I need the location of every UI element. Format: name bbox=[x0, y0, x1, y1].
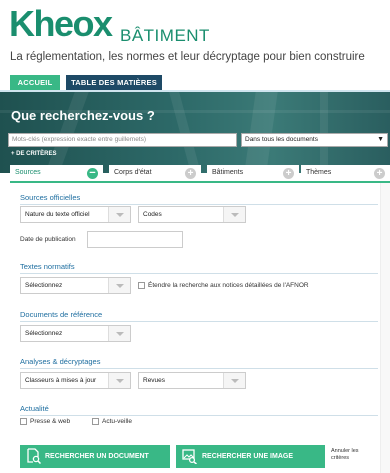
revues-select[interactable]: Revues bbox=[138, 372, 246, 389]
nature-texte-select[interactable]: Nature du texte officiel bbox=[20, 206, 131, 223]
presse-web-label: Presse & web bbox=[30, 418, 71, 425]
presse-web-checkbox[interactable] bbox=[20, 418, 27, 425]
filter-tab-corps-etat[interactable]: Corps d'état + bbox=[109, 165, 201, 181]
tab-table-des-matieres[interactable]: TABLE DES MATIÈRES bbox=[66, 75, 162, 90]
section-title-analyses: Analyses & décryptages bbox=[20, 357, 101, 366]
section-title-sources-officielles: Sources officielles bbox=[20, 193, 81, 202]
keyword-search-input[interactable]: Mots-clés (expression exacte entre guill… bbox=[8, 133, 237, 147]
chevron-down-icon bbox=[108, 373, 130, 388]
filter-tab-label: Thèmes bbox=[306, 169, 332, 176]
cancel-criteria-link[interactable]: Annuler les critères bbox=[331, 448, 371, 462]
date-publication-input[interactable] bbox=[87, 231, 183, 248]
more-criteria-link[interactable]: + DE CRITÈRES bbox=[11, 151, 57, 157]
section-divider bbox=[20, 415, 378, 416]
actu-veille-checkbox[interactable] bbox=[92, 418, 99, 425]
filter-tab-label: Sources bbox=[15, 169, 41, 176]
section-divider bbox=[20, 273, 378, 274]
search-scope-value: Dans tous les documents bbox=[245, 136, 318, 143]
plus-icon: + bbox=[185, 168, 196, 179]
afnor-checkbox[interactable] bbox=[138, 282, 145, 289]
scrollbar[interactable] bbox=[380, 183, 390, 473]
image-search-icon bbox=[182, 449, 197, 464]
plus-icon: + bbox=[374, 168, 385, 179]
search-scope-select[interactable]: Dans tous les documents ▼ bbox=[241, 133, 388, 147]
minus-icon: − bbox=[87, 168, 98, 179]
section-title-textes-normatifs: Textes normatifs bbox=[20, 262, 75, 271]
select-value: Sélectionnez bbox=[25, 282, 63, 289]
document-search-icon bbox=[27, 448, 41, 464]
search-document-button[interactable]: RECHERCHER UN DOCUMENT bbox=[20, 445, 170, 468]
button-label: RECHERCHER UNE IMAGE bbox=[202, 453, 294, 460]
date-publication-label: Date de publication bbox=[20, 236, 76, 243]
section-divider bbox=[20, 321, 378, 322]
chevron-down-icon bbox=[108, 278, 130, 293]
tab-underline bbox=[10, 181, 390, 183]
logo-subtitle: BÂTIMENT bbox=[120, 26, 210, 45]
filter-tab-themes[interactable]: Thèmes + bbox=[301, 165, 390, 181]
search-title: Que recherchez-vous ? bbox=[11, 108, 155, 123]
actu-veille-label: Actu-veille bbox=[102, 418, 132, 425]
section-divider bbox=[20, 204, 378, 205]
textes-normatifs-select[interactable]: Sélectionnez bbox=[20, 277, 131, 294]
filter-tab-batiments[interactable]: Bâtiments + bbox=[207, 165, 299, 181]
tagline: La réglementation, les normes et leur dé… bbox=[10, 51, 365, 63]
filter-tab-label: Bâtiments bbox=[212, 169, 244, 176]
kheox-logo[interactable]: Kheox bbox=[9, 2, 113, 46]
documents-reference-select[interactable]: Sélectionnez bbox=[20, 325, 131, 342]
plus-icon: + bbox=[283, 168, 294, 179]
section-title-actualite: Actualité bbox=[20, 404, 49, 413]
chevron-down-icon bbox=[108, 326, 130, 341]
select-value: Sélectionnez bbox=[25, 330, 63, 337]
classeurs-select[interactable]: Classeurs à mises à jour bbox=[20, 372, 131, 389]
codes-select[interactable]: Codes bbox=[138, 206, 246, 223]
filter-tab-label: Corps d'état bbox=[114, 169, 152, 176]
button-label: RECHERCHER UN DOCUMENT bbox=[45, 453, 149, 460]
tab-accueil[interactable]: ACCUEIL bbox=[10, 75, 60, 90]
chevron-down-icon bbox=[223, 207, 245, 222]
select-value: Codes bbox=[143, 211, 162, 218]
chevron-down-icon bbox=[223, 373, 245, 388]
caret-down-icon: ▼ bbox=[377, 136, 384, 143]
select-value: Nature du texte officiel bbox=[25, 211, 90, 218]
afnor-checkbox-label: Étendre la recherche aux notices détaill… bbox=[148, 282, 309, 289]
section-title-documents-reference: Documents de référence bbox=[20, 310, 103, 319]
search-image-button[interactable]: RECHERCHER UNE IMAGE bbox=[176, 445, 325, 468]
chevron-down-icon bbox=[108, 207, 130, 222]
select-value: Revues bbox=[143, 377, 166, 384]
filter-tab-sources[interactable]: Sources − bbox=[10, 165, 103, 181]
section-divider bbox=[20, 368, 378, 369]
select-value: Classeurs à mises à jour bbox=[25, 377, 97, 384]
